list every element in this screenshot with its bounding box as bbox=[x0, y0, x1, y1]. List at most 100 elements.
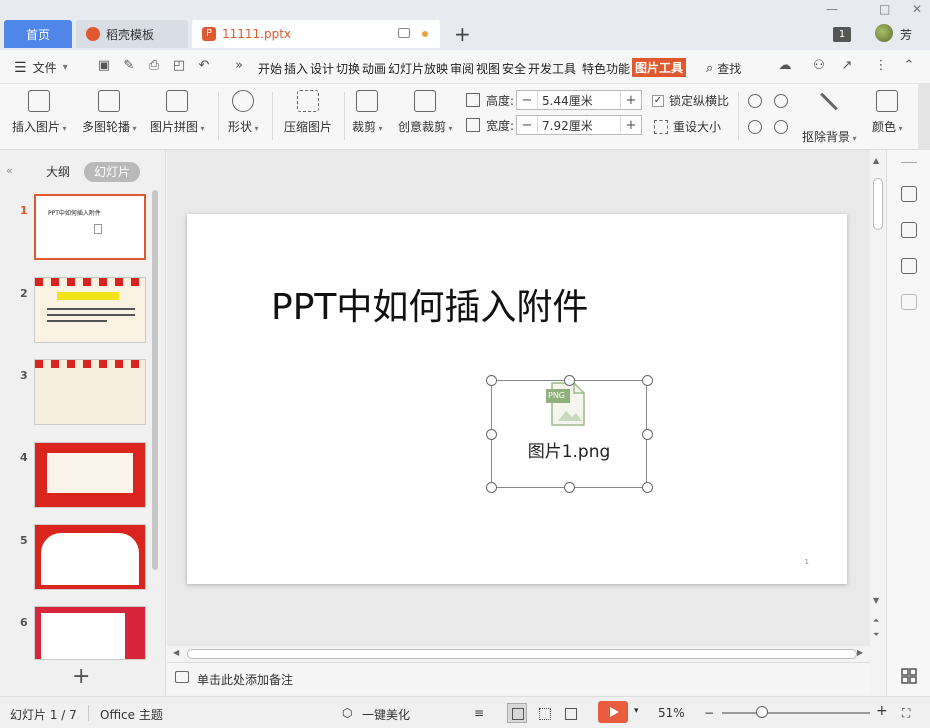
menu-security[interactable]: 安全 bbox=[502, 60, 526, 77]
monitor-icon[interactable] bbox=[398, 28, 410, 38]
notes-pane[interactable]: 单击此处添加备注 bbox=[167, 662, 870, 694]
current-slide[interactable]: PPT中如何插入附件 PNG 图片1.png 1 bbox=[187, 214, 847, 584]
brightness-down-icon[interactable] bbox=[774, 94, 788, 108]
theme-name[interactable]: Office 主题 bbox=[100, 706, 163, 723]
zoom-out-button[interactable]: − bbox=[704, 706, 714, 720]
animation-star-icon[interactable] bbox=[901, 222, 917, 238]
scroll-down-icon[interactable]: ▼ bbox=[873, 596, 879, 605]
lock-ratio-checkbox[interactable]: ✓ 锁定纵横比 bbox=[652, 92, 729, 109]
cube-icon[interactable] bbox=[901, 294, 917, 310]
print-icon[interactable]: ⎙ bbox=[147, 59, 161, 73]
resize-handle[interactable] bbox=[486, 375, 497, 386]
cloud-sync-icon[interactable]: ☁ bbox=[778, 59, 792, 73]
attachment-object[interactable]: PNG 图片1.png bbox=[486, 375, 653, 493]
vertical-scrollbar[interactable]: ▲ ▼ ⏶ ⏷ bbox=[870, 150, 886, 646]
ribbon-scroll-right[interactable] bbox=[918, 84, 930, 150]
height-increase-button[interactable]: + bbox=[621, 91, 641, 109]
slide-thumbnail-4[interactable] bbox=[34, 442, 146, 508]
menu-special[interactable]: 特色功能 bbox=[582, 60, 630, 77]
tab-outline[interactable]: 大纲 bbox=[36, 162, 80, 182]
menu-transition[interactable]: 切换 bbox=[336, 60, 360, 77]
notes-toggle-icon[interactable]: ≡ bbox=[474, 706, 484, 720]
chevron-down-icon[interactable]: ▾ bbox=[634, 706, 639, 716]
play-slideshow-button[interactable] bbox=[598, 701, 628, 723]
slide-thumbnail-6[interactable] bbox=[34, 606, 146, 660]
collapse-ribbon-icon[interactable]: ⌃ bbox=[902, 59, 916, 73]
zoom-slider-handle[interactable] bbox=[755, 706, 768, 718]
share-user-icon[interactable]: ⚇ bbox=[812, 59, 826, 73]
next-slide-icon[interactable]: ⏷ bbox=[873, 630, 879, 640]
menu-developer[interactable]: 开发工具 bbox=[528, 60, 576, 77]
tab-slides[interactable]: 幻灯片 bbox=[84, 162, 141, 182]
crop-button[interactable]: 裁剪 bbox=[352, 90, 383, 135]
save-icon[interactable]: ▣ bbox=[97, 59, 111, 73]
slide-thumbnail-1[interactable]: PPT中如何插入附件 bbox=[34, 194, 146, 260]
grid-apps-icon[interactable] bbox=[901, 668, 917, 684]
format-painter-icon[interactable]: ✎ bbox=[122, 59, 136, 73]
zoom-in-button[interactable]: + bbox=[876, 703, 888, 719]
scroll-right-icon[interactable]: ▶ bbox=[857, 648, 863, 657]
reset-size-button[interactable]: 重设大小 bbox=[654, 118, 721, 135]
minimize-button[interactable]: — bbox=[826, 2, 838, 16]
resize-handle[interactable] bbox=[486, 482, 497, 493]
creative-crop-button[interactable]: 创意裁剪 bbox=[398, 90, 453, 135]
resize-handle[interactable] bbox=[642, 375, 653, 386]
brightness-up-icon[interactable] bbox=[748, 94, 762, 108]
height-stepper[interactable]: − 5.44厘米 + bbox=[516, 90, 642, 110]
height-decrease-button[interactable]: − bbox=[517, 91, 537, 109]
window-count-badge[interactable]: 1 bbox=[833, 27, 851, 42]
share-icon[interactable]: ↗ bbox=[840, 59, 854, 73]
kebab-menu-icon[interactable]: ⋮ bbox=[874, 59, 888, 73]
resize-handle[interactable] bbox=[642, 482, 653, 493]
menu-review[interactable]: 审阅 bbox=[450, 60, 474, 77]
transition-icon[interactable] bbox=[901, 258, 917, 274]
slides-panel-scrollbar[interactable] bbox=[152, 190, 158, 570]
menu-home[interactable]: 开始 bbox=[258, 60, 282, 77]
more-menu-icon[interactable]: » bbox=[232, 59, 246, 73]
height-input[interactable]: 5.44厘米 bbox=[537, 91, 621, 109]
drag-handle[interactable] bbox=[901, 162, 917, 163]
resize-handle[interactable] bbox=[642, 429, 653, 440]
width-decrease-button[interactable]: − bbox=[517, 116, 537, 134]
add-slide-button[interactable]: + bbox=[72, 664, 90, 689]
avatar[interactable] bbox=[875, 24, 893, 42]
menu-animation[interactable]: 动画 bbox=[362, 60, 386, 77]
insert-image-button[interactable]: 插入图片 bbox=[12, 90, 67, 135]
close-button[interactable]: ✕ bbox=[912, 2, 922, 16]
menu-picture-tools[interactable]: 图片工具 bbox=[632, 58, 687, 77]
zoom-slider[interactable] bbox=[722, 712, 870, 714]
print-preview-icon[interactable]: ◰ bbox=[172, 59, 186, 73]
scroll-up-icon[interactable]: ▲ bbox=[873, 156, 879, 165]
slide-title[interactable]: PPT中如何插入附件 bbox=[271, 278, 588, 330]
add-tab-button[interactable]: + bbox=[454, 22, 471, 46]
slide-thumbnail-3[interactable] bbox=[34, 359, 146, 425]
normal-view-button[interactable] bbox=[507, 703, 527, 723]
file-menu[interactable]: ☰ 文件 ▾ bbox=[14, 59, 68, 76]
search-button[interactable]: ⌕ 查找 bbox=[706, 60, 741, 77]
resize-handle[interactable] bbox=[486, 429, 497, 440]
color-button[interactable]: 颜色 bbox=[872, 90, 903, 135]
resize-handle[interactable] bbox=[564, 482, 575, 493]
fit-window-icon[interactable]: ⛶ bbox=[902, 706, 910, 721]
menu-view[interactable]: 视图 bbox=[476, 60, 500, 77]
menu-slideshow[interactable]: 幻灯片放映 bbox=[388, 60, 448, 77]
resize-handle[interactable] bbox=[564, 375, 575, 386]
tab-template[interactable]: 稻壳模板 bbox=[76, 20, 188, 48]
user-name[interactable]: 芳 bbox=[900, 26, 912, 43]
multi-carousel-button[interactable]: 多图轮播 bbox=[82, 90, 137, 135]
vertical-scroll-thumb[interactable] bbox=[873, 178, 883, 230]
compress-image-button[interactable]: 压缩图片 bbox=[284, 90, 332, 135]
scroll-left-icon[interactable]: ◀ bbox=[173, 648, 179, 657]
beautify-icon[interactable]: ⬡ bbox=[342, 706, 352, 720]
properties-icon[interactable] bbox=[901, 186, 917, 202]
reading-view-button[interactable] bbox=[560, 703, 580, 723]
image-collage-button[interactable]: 图片拼图 bbox=[150, 90, 205, 135]
zoom-level[interactable]: 51% bbox=[658, 706, 685, 720]
horizontal-scroll-thumb[interactable] bbox=[187, 649, 857, 659]
tab-home[interactable]: 首页 bbox=[4, 20, 72, 48]
width-increase-button[interactable]: + bbox=[621, 116, 641, 134]
width-stepper[interactable]: − 7.92厘米 + bbox=[516, 115, 642, 135]
collapse-panel-icon[interactable]: « bbox=[6, 164, 13, 177]
shape-button[interactable]: 形状 bbox=[228, 90, 259, 135]
horizontal-scrollbar[interactable]: ◀ ▶ bbox=[167, 646, 870, 662]
